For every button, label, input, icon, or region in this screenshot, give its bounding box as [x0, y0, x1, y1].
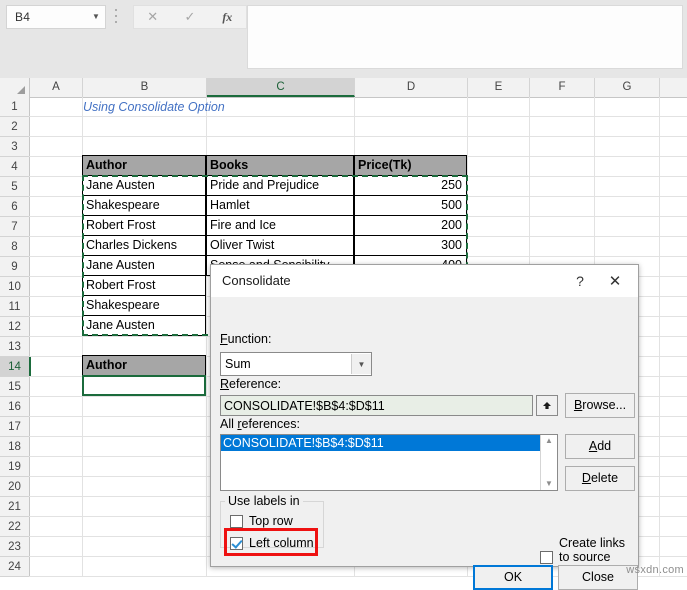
dialog-body: Function: Sum ▼ Reference: CONSOLIDATE!$…	[211, 298, 638, 590]
cancel-formula-icon[interactable]: ✕	[134, 7, 171, 27]
formula-bar-divider	[114, 7, 117, 25]
table-row[interactable]: 300	[354, 235, 467, 256]
row-header-6[interactable]: 6	[0, 197, 29, 217]
chevron-down-icon[interactable]: ▼	[351, 354, 371, 374]
column-header-f[interactable]: F	[530, 78, 595, 97]
column-header-c[interactable]: C	[207, 78, 355, 97]
row-header-5[interactable]: 5	[0, 177, 29, 197]
checkbox-box[interactable]	[230, 514, 243, 528]
column-header-e[interactable]: E	[468, 78, 530, 97]
table-row[interactable]: Jane Austen	[82, 255, 206, 276]
table-row[interactable]: 250	[354, 175, 467, 196]
top-row-checkbox[interactable]: Top row	[230, 514, 293, 528]
row-header-23[interactable]: 23	[0, 537, 29, 557]
checkbox-box[interactable]	[230, 536, 243, 550]
formula-action-buttons: ✕ ✓ fx	[133, 5, 247, 29]
row-headers: 1 2 3 4 5 6 7 8 9 10 11 12 13 14 15 16 1…	[0, 97, 31, 577]
active-cell-selection	[82, 375, 206, 396]
row-header-8[interactable]: 8	[0, 237, 29, 257]
table-row[interactable]: Oliver Twist	[206, 235, 354, 256]
column-header-g[interactable]: G	[595, 78, 660, 97]
table-row[interactable]: Pride and Prejudice	[206, 175, 354, 196]
column-headers: A B C D E F G	[0, 78, 687, 98]
formula-bar-strip: B4 ▼ ✕ ✓ fx	[0, 0, 687, 79]
row-header-15[interactable]: 15	[0, 377, 29, 397]
left-column-checkbox[interactable]: Left column	[230, 536, 314, 550]
table-header-author: Author	[82, 155, 206, 176]
name-box[interactable]: B4 ▼	[6, 5, 106, 29]
row-header-2[interactable]: 2	[0, 117, 29, 137]
row-header-1[interactable]: 1	[0, 97, 29, 117]
row-header-21[interactable]: 21	[0, 497, 29, 517]
dialog-title-bar[interactable]: Consolidate ? ✕	[211, 265, 638, 298]
column-header-d[interactable]: D	[355, 78, 468, 97]
reference-label: Reference:	[220, 377, 282, 391]
delete-button[interactable]: Delete	[565, 466, 635, 491]
column-header-a[interactable]: A	[30, 78, 83, 97]
output-table-header-author: Author	[82, 355, 206, 376]
table-row[interactable]: 200	[354, 215, 467, 236]
table-row[interactable]: 500	[354, 195, 467, 216]
table-row[interactable]: Shakespeare	[82, 295, 206, 316]
collapse-dialog-icon[interactable]	[536, 395, 558, 416]
formula-input[interactable]	[247, 5, 683, 69]
table-row[interactable]: Robert Frost	[82, 215, 206, 236]
scroll-up-icon[interactable]: ▲	[545, 435, 553, 447]
table-row[interactable]: Hamlet	[206, 195, 354, 216]
checkbox-box[interactable]	[540, 550, 553, 564]
table-row[interactable]: Jane Austen	[82, 175, 206, 196]
close-icon[interactable]: ✕	[600, 271, 630, 293]
top-row-checkbox-label: Top row	[249, 514, 293, 528]
list-item[interactable]: CONSOLIDATE!$B$4:$D$11	[221, 435, 540, 451]
table-header-books: Books	[206, 155, 354, 176]
scroll-down-icon[interactable]: ▼	[545, 478, 553, 490]
row-header-22[interactable]: 22	[0, 517, 29, 537]
row-header-3[interactable]: 3	[0, 137, 29, 157]
add-button[interactable]: Add	[565, 434, 635, 459]
function-selected-value: Sum	[225, 357, 251, 371]
table-row[interactable]: Robert Frost	[82, 275, 206, 296]
row-header-4[interactable]: 4	[0, 157, 29, 177]
row-header-11[interactable]: 11	[0, 297, 29, 317]
left-column-checkbox-label: Left column	[249, 536, 314, 550]
row-header-14[interactable]: 14	[0, 357, 31, 377]
column-header-b[interactable]: B	[83, 78, 207, 97]
table-row[interactable]: Jane Austen	[82, 315, 206, 336]
row-header-20[interactable]: 20	[0, 477, 29, 497]
row-header-10[interactable]: 10	[0, 277, 29, 297]
help-icon[interactable]: ?	[569, 271, 591, 293]
insert-function-icon[interactable]: fx	[209, 7, 246, 27]
consolidate-dialog: Consolidate ? ✕ Function: Sum ▼ Referenc…	[210, 264, 639, 590]
row-header-13[interactable]: 13	[0, 337, 29, 357]
use-labels-in-label: Use labels in	[225, 494, 303, 508]
row-header-16[interactable]: 16	[0, 397, 29, 417]
chevron-down-icon[interactable]: ▼	[87, 7, 105, 27]
row-header-18[interactable]: 18	[0, 437, 29, 457]
ok-button[interactable]: OK	[473, 565, 553, 590]
row-header-19[interactable]: 19	[0, 457, 29, 477]
reference-input[interactable]: CONSOLIDATE!$B$4:$D$11	[220, 395, 533, 416]
table-row[interactable]: Fire and Ice	[206, 215, 354, 236]
name-box-value: B4	[15, 10, 31, 24]
row-header-9[interactable]: 9	[0, 257, 29, 277]
row-header-24[interactable]: 24	[0, 557, 29, 577]
row-header-12[interactable]: 12	[0, 317, 29, 337]
sheet-title-text: Using Consolidate Option	[83, 100, 225, 114]
watermark-text: wsxdn.com	[626, 564, 684, 576]
table-row[interactable]: Shakespeare	[82, 195, 206, 216]
row-header-7[interactable]: 7	[0, 217, 29, 237]
reference-input-value: CONSOLIDATE!$B$4:$D$11	[224, 398, 385, 413]
listbox-scrollbar[interactable]: ▲ ▼	[540, 435, 557, 490]
function-dropdown[interactable]: Sum ▼	[220, 352, 372, 376]
table-row[interactable]: Charles Dickens	[82, 235, 206, 256]
row-header-17[interactable]: 17	[0, 417, 29, 437]
dialog-title: Consolidate	[222, 273, 291, 288]
all-references-label: All references:	[220, 417, 300, 431]
select-all-corner[interactable]	[0, 78, 30, 97]
all-references-listbox[interactable]: CONSOLIDATE!$B$4:$D$11 ▲ ▼	[220, 434, 558, 491]
enter-formula-icon[interactable]: ✓	[171, 7, 208, 27]
browse-button[interactable]: Browse...	[565, 393, 635, 418]
table-header-price: Price(Tk)	[354, 155, 467, 176]
function-label: Function:	[220, 332, 272, 346]
